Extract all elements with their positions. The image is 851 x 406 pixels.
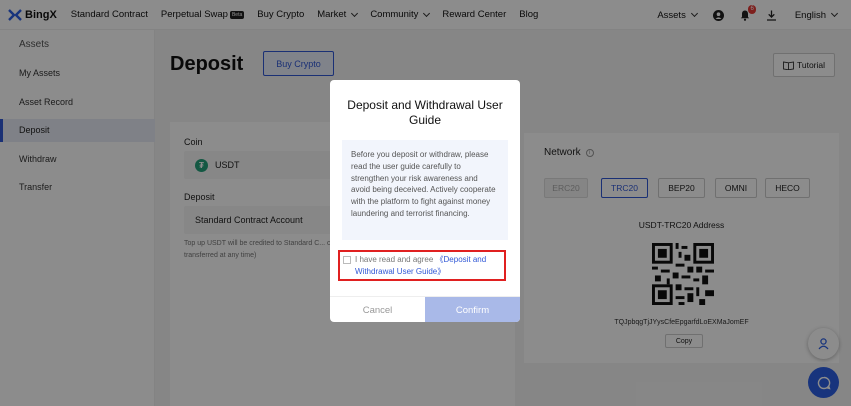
modal-footer: Cancel Confirm	[330, 296, 520, 322]
agree-highlight: I have read and agree 《Deposit and Withd…	[338, 250, 506, 281]
agree-text: I have read and agree 《Deposit and Withd…	[355, 254, 505, 278]
user-guide-modal: Deposit and Withdrawal User Guide Before…	[330, 80, 520, 322]
modal-title: Deposit and Withdrawal User Guide	[347, 98, 503, 127]
agree-checkbox[interactable]	[343, 256, 351, 264]
confirm-button[interactable]: Confirm	[425, 297, 520, 322]
agree-prefix: I have read and agree	[355, 255, 434, 264]
modal-notice: Before you deposit or withdraw, please r…	[342, 140, 508, 240]
cancel-button[interactable]: Cancel	[330, 297, 425, 322]
